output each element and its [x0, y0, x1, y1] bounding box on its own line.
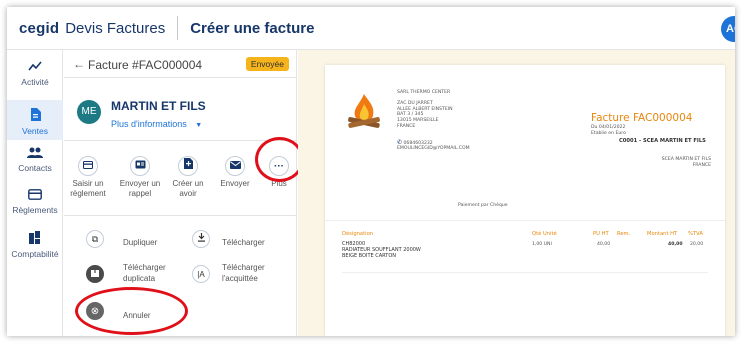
line-unit-price: 40,00 — [597, 242, 611, 247]
menu-label: Télécharger — [222, 263, 265, 272]
divider — [177, 16, 179, 40]
line-quantity: 1,00 UNI — [532, 242, 552, 247]
phone-icon: ✆ — [397, 139, 403, 146]
reminder-icon — [130, 156, 150, 176]
nav-label: Activité — [21, 77, 49, 87]
cegid-logo[interactable]: cegid — [19, 20, 59, 37]
invoice-meta: Du 04/01/2022 Etablie en Euro — [591, 125, 626, 136]
menu-label: duplicata — [123, 274, 156, 283]
action-label: avoir — [179, 189, 197, 198]
nav-item-comptabilite[interactable]: Comptabilité — [7, 231, 63, 261]
download-paid-item[interactable]: Télécharger l'acquittée — [222, 262, 265, 284]
line-amount: 40,00 — [668, 242, 683, 247]
download-item[interactable]: Télécharger — [222, 237, 265, 248]
more-info-label: Plus d'informations — [111, 119, 187, 129]
page-title: Créer une facture — [190, 19, 315, 37]
activity-icon — [7, 60, 63, 74]
menu-label: l'acquittée — [222, 274, 258, 283]
invoice-preview: SARL THERMO CENTER ZAC DU JARRET ALLEE A… — [298, 50, 735, 336]
left-navigation: Activité Ventes Contacts Règlements Comp… — [7, 50, 63, 336]
app-name: Devis Factures — [65, 19, 166, 37]
back-arrow-icon[interactable]: ← — [73, 57, 85, 71]
highlight-circle — [75, 287, 188, 335]
divider — [325, 220, 725, 221]
line-vat: 20,00 — [690, 242, 704, 247]
invoice-title: Facture #FAC000004 — [88, 58, 203, 72]
nav-label: Ventes — [22, 126, 48, 136]
action-label: Créer un — [172, 179, 204, 188]
action-label: Envoyer — [220, 179, 250, 188]
client-avatar: ME — [77, 100, 101, 124]
mail-icon — [225, 156, 245, 176]
nav-label: Comptabilité — [11, 249, 59, 259]
nav-label: Règlements — [12, 205, 58, 215]
action-label: Envoyer un — [119, 179, 161, 188]
credit-note-icon — [178, 156, 198, 176]
invoice-number: Facture FAC000004 — [591, 112, 693, 124]
action-label: règlement — [70, 189, 106, 198]
send-reminder-button[interactable]: Envoyer un rappel — [116, 156, 164, 199]
create-credit-note-button[interactable]: Créer un avoir — [164, 156, 212, 199]
caret-down-icon: ▼ — [195, 122, 203, 129]
invoice-panel: ← Facture #FAC000004 Envoyée ME MARTIN E… — [64, 50, 304, 336]
more-menu: ⧉ Dupliquer Télécharger Télécharger dupl… — [64, 217, 297, 336]
company-email: EMOULINCEGID@YOPMAIL.COM — [397, 146, 470, 151]
col-discount: Rem. — [617, 231, 631, 237]
nav-item-contacts[interactable]: Contacts — [7, 147, 63, 177]
duplicate-item[interactable]: Dupliquer — [123, 237, 157, 248]
action-label: Saisir un — [72, 179, 104, 188]
highlight-circle — [255, 137, 304, 182]
card-icon — [78, 156, 98, 176]
accounting-icon — [7, 231, 63, 246]
invoice-document[interactable]: SARL THERMO CENTER ZAC DU JARRET ALLEE A… — [325, 65, 725, 336]
nav-item-reglements[interactable]: Règlements — [7, 189, 63, 219]
col-unit-price: PU HT — [593, 231, 609, 237]
duplicate-icon: ⧉ — [86, 230, 104, 248]
download-icon — [192, 230, 210, 248]
document-icon — [7, 108, 63, 123]
action-label: rappel — [128, 189, 152, 198]
client-address: SCEA MARTIN ET FILS FRANCE — [661, 157, 711, 168]
menu-label: Télécharger — [123, 263, 166, 272]
payment-method: Paiement par Chèque — [458, 203, 508, 208]
user-avatar[interactable]: AC — [721, 16, 735, 42]
col-vat: %TVA — [688, 231, 703, 237]
line-description: RADIATEUR SOUFFLANT 2000W BEIGE BOITE CA… — [342, 247, 421, 259]
app-window: cegid Devis Factures Créer une facture A… — [7, 7, 735, 336]
nav-item-activite[interactable]: Activité — [7, 60, 63, 94]
invoice-header: ← Facture #FAC000004 Envoyée — [64, 50, 297, 78]
col-qty: Qté Unité — [532, 231, 557, 237]
paid-invoice-icon: |A — [192, 265, 210, 283]
status-badge: Envoyée — [245, 57, 289, 71]
client-reference: C0001 - SCEA MARTIN ET FILS — [619, 138, 706, 144]
nav-item-ventes[interactable]: Ventes — [7, 100, 63, 140]
payment-icon — [7, 189, 63, 202]
col-designation: Désignation — [342, 231, 374, 237]
client-name: MARTIN ET FILS — [111, 99, 206, 113]
company-address: SARL THERMO CENTER ZAC DU JARRET ALLEE A… — [397, 90, 453, 129]
download-duplicate-item[interactable]: Télécharger duplicata — [123, 262, 166, 284]
nav-label: Contacts — [18, 163, 52, 173]
top-bar: cegid Devis Factures Créer une facture A… — [7, 7, 735, 50]
fire-logo-icon — [345, 92, 383, 132]
enter-payment-button[interactable]: Saisir un règlement — [64, 156, 112, 199]
more-info-link[interactable]: Plus d'informations ▼ — [111, 119, 202, 129]
send-button[interactable]: Envoyer — [211, 156, 259, 189]
col-amount: Montant HT — [647, 231, 678, 237]
action-bar: Saisir un règlement Envoyer un rappel Cr… — [64, 137, 304, 216]
client-card: ME MARTIN ET FILS Plus d'informations ▼ — [64, 79, 297, 141]
divider — [342, 272, 708, 273]
contacts-icon — [7, 147, 63, 160]
download-duplicate-icon — [86, 265, 104, 283]
